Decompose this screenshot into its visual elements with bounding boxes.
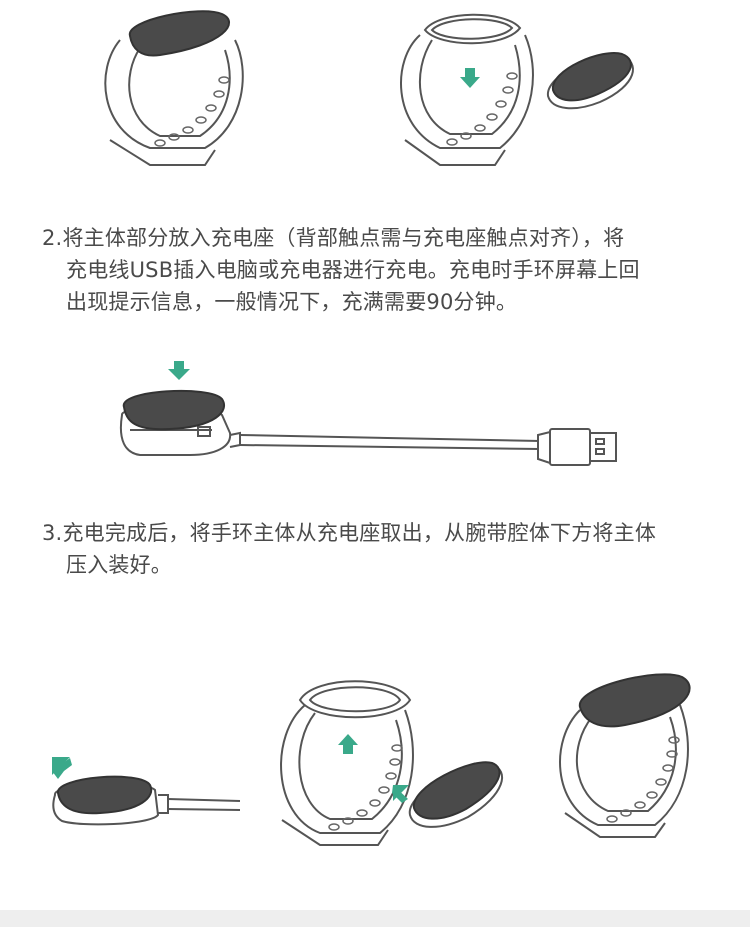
step-2-line-3: 出现提示信息，一般情况下，充满需要90分钟。 xyxy=(66,290,518,314)
usb-plug-icon xyxy=(537,428,617,466)
diagonal-arrow-icon xyxy=(52,757,72,779)
capsule-icon xyxy=(578,673,691,728)
step-3-text-1: 充电完成后，将手环主体从充电座取出，从腕带腔体下方将主体 xyxy=(62,521,657,545)
up-arrow-icon xyxy=(338,734,358,754)
step-2-number: 2. xyxy=(42,226,63,250)
step-3-line-1: 3.充电完成后，将手环主体从充电座取出，从腕带腔体下方将主体 xyxy=(42,517,714,549)
band-icon xyxy=(104,39,244,166)
step-3-number: 3. xyxy=(42,521,63,545)
down-arrow-icon xyxy=(168,361,190,380)
step-2-line-2: 充电线USB插入电脑或充电器进行充电。充电时手环屏幕上回 xyxy=(66,258,640,282)
illustration-remove-module xyxy=(104,10,634,166)
step-3-line-2: 压入装好。 xyxy=(66,553,172,577)
band-icon xyxy=(280,680,414,846)
step-2-text-1: 将主体部分放入充电座（背部触点需与充电座触点对齐），将 xyxy=(62,226,625,250)
illustration-reassemble xyxy=(52,673,691,846)
band-icon xyxy=(400,13,534,166)
illustration-charging xyxy=(120,361,617,466)
footer-bar xyxy=(0,910,750,927)
capsule-icon xyxy=(546,52,634,110)
down-arrow-icon xyxy=(460,68,480,88)
step-3-instruction: 3.充电完成后，将手环主体从充电座取出，从腕带腔体下方将主体 压入装好。 xyxy=(42,517,714,581)
capsule-icon xyxy=(408,761,503,828)
step-2-line-1: 2.将主体部分放入充电座（背部触点需与充电座触点对齐），将 xyxy=(42,222,714,254)
step-2-instruction: 2.将主体部分放入充电座（背部触点需与充电座触点对齐），将 充电线USB插入电脑… xyxy=(42,222,714,318)
capsule-icon xyxy=(128,10,231,57)
